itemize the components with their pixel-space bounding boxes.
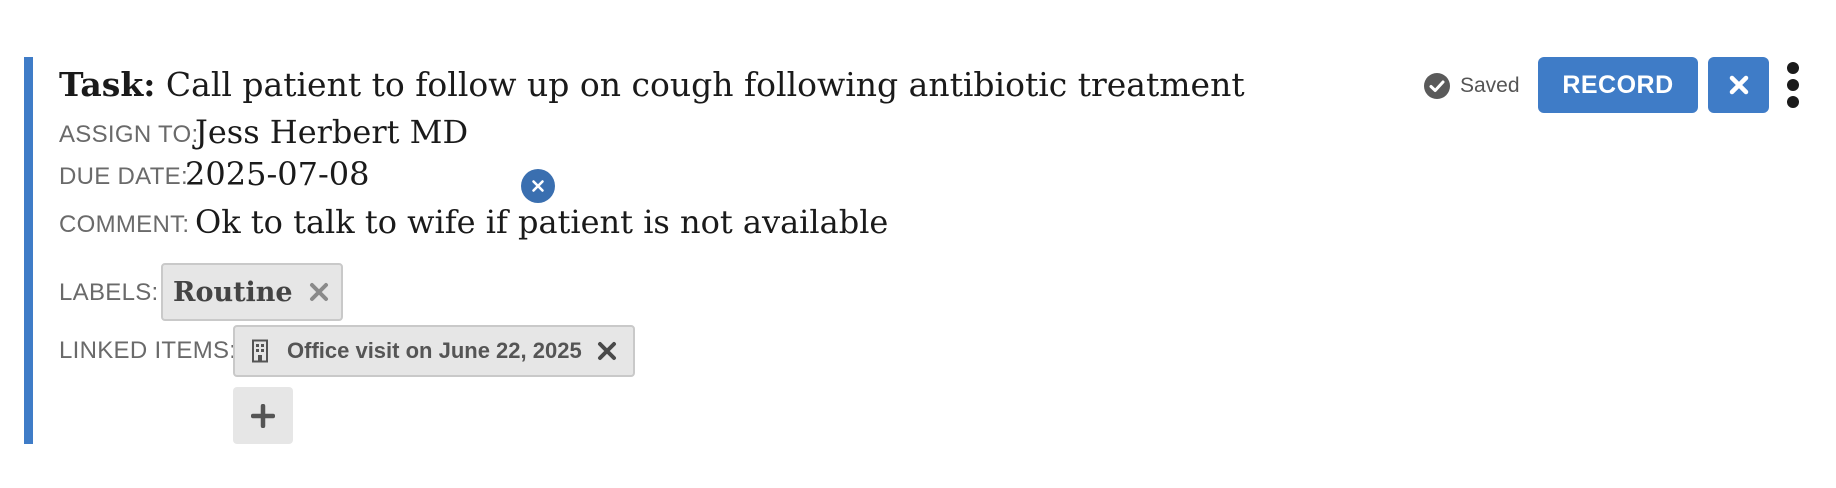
saved-label: Saved xyxy=(1460,74,1520,97)
saved-status: Saved xyxy=(1424,73,1520,99)
add-linked-item-button[interactable] xyxy=(233,387,293,444)
clear-date-button[interactable] xyxy=(521,169,555,203)
close-button[interactable] xyxy=(1708,57,1769,113)
record-button[interactable]: RECORD xyxy=(1538,57,1698,113)
task-title-text[interactable]: Call patient to follow up on cough follo… xyxy=(166,65,1245,104)
comment-label: COMMENT: xyxy=(59,211,190,238)
plus-icon xyxy=(251,403,275,428)
close-icon xyxy=(1729,75,1748,95)
remove-linked-item-button[interactable] xyxy=(597,341,617,366)
task-prefix: Task: xyxy=(59,65,156,104)
label-chip: Routine xyxy=(161,263,343,321)
clear-circle-icon xyxy=(532,180,544,192)
label-chip-text: Routine xyxy=(173,276,293,308)
assign-to-label: ASSIGN TO: xyxy=(59,121,199,148)
due-date-label: DUE DATE: xyxy=(59,163,188,190)
linked-item-chip[interactable]: Office visit on June 22, 2025 xyxy=(233,325,635,377)
linked-item-text: Office visit on June 22, 2025 xyxy=(287,338,582,363)
close-icon xyxy=(598,342,616,360)
building-icon xyxy=(252,339,268,363)
linked-items-label: LINKED ITEMS: xyxy=(59,337,237,364)
kebab-menu-button[interactable] xyxy=(1779,61,1807,111)
labels-label: LABELS: xyxy=(59,279,159,306)
kebab-menu-icon xyxy=(1787,62,1799,108)
task-title: Task: Call patient to follow up on cough… xyxy=(59,65,1245,104)
due-date-value[interactable]: 2025-07-08 xyxy=(185,155,370,193)
assign-to-value[interactable]: Jess Herbert MD xyxy=(195,113,468,151)
remove-label-button[interactable] xyxy=(309,282,329,307)
task-card: Task: Call patient to follow up on cough… xyxy=(24,57,1814,444)
close-icon xyxy=(310,283,328,301)
comment-value[interactable]: Ok to talk to wife if patient is not ava… xyxy=(195,203,888,241)
check-circle-icon xyxy=(1424,73,1450,99)
